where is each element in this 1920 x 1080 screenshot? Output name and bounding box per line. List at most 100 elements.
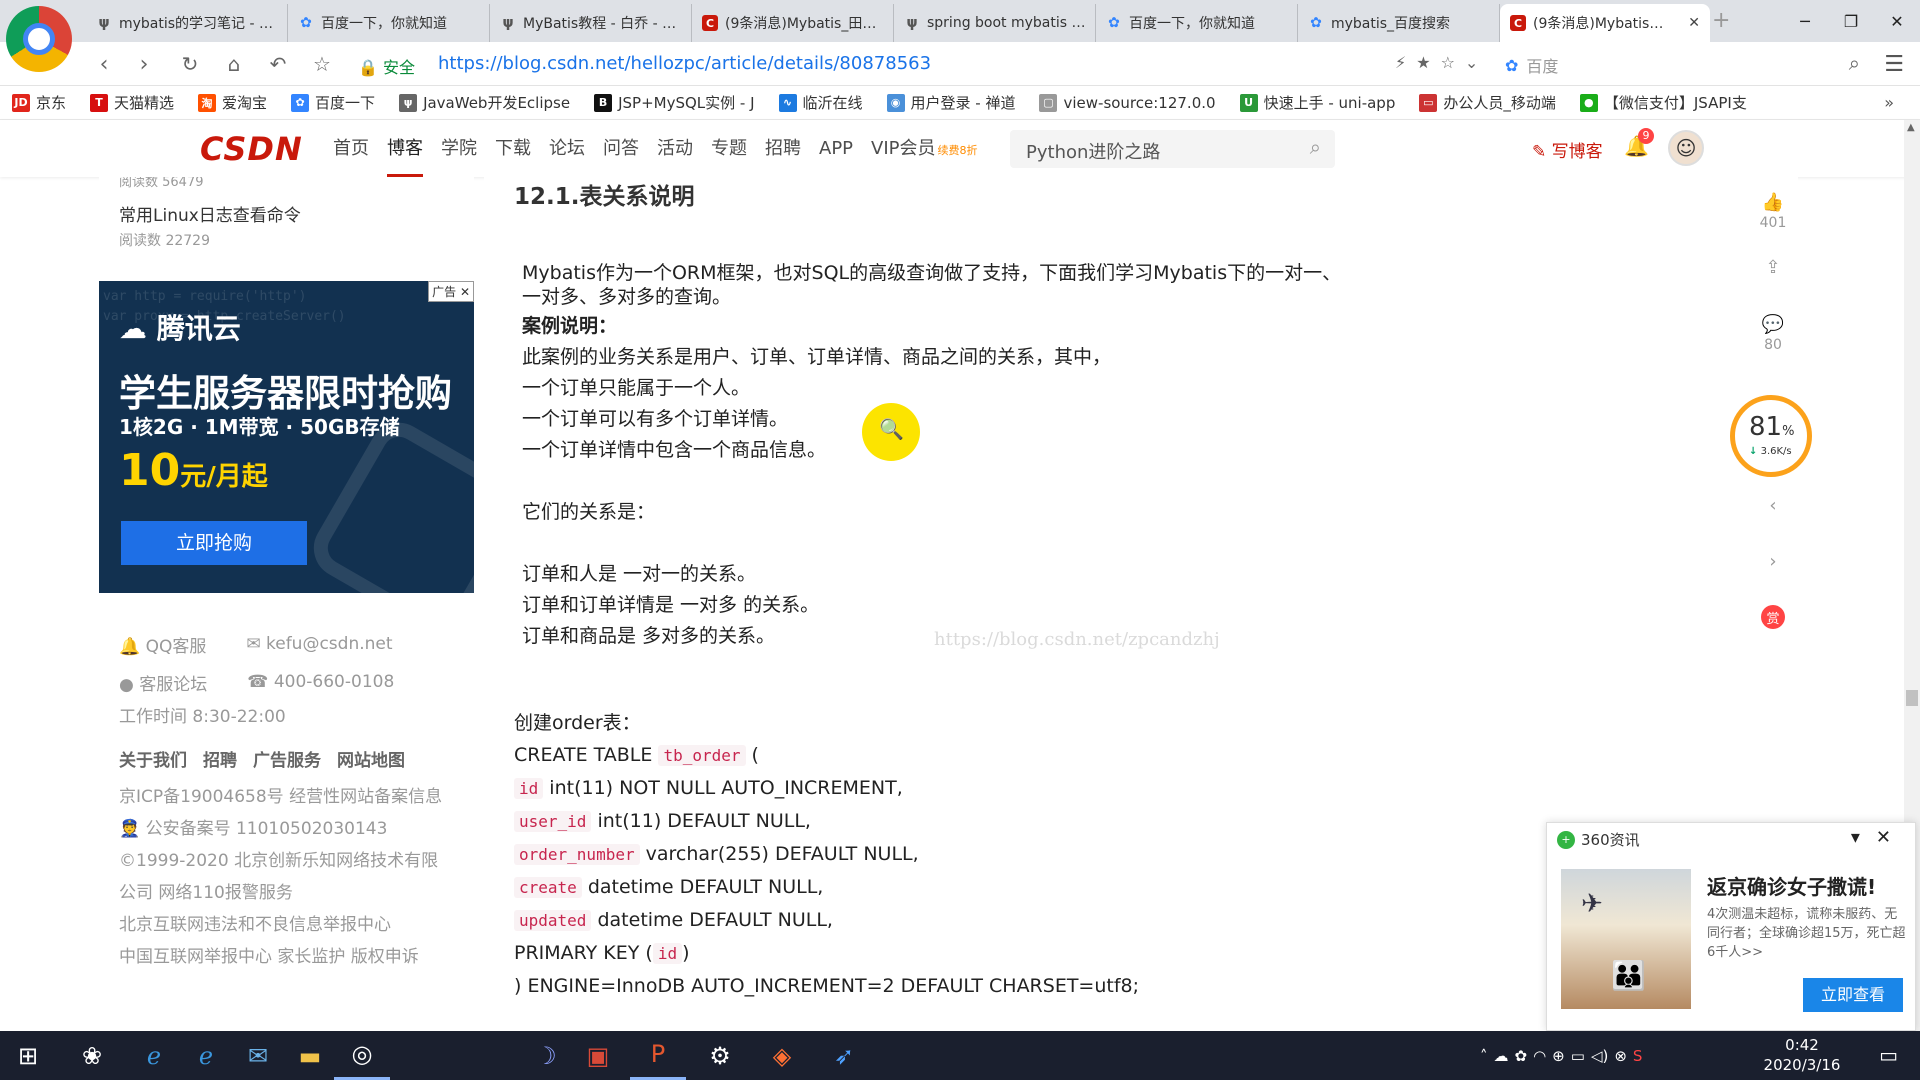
nav-item[interactable]: APP [810, 120, 862, 177]
bookmark-item[interactable]: ◉ 用户登录 - 禅道 [886, 92, 1015, 113]
bookmark-item[interactable]: JD 京东 [12, 92, 66, 113]
s-app-icon[interactable]: S [1633, 1047, 1643, 1065]
csdn-logo[interactable]: CSDN [200, 130, 303, 168]
app-icon[interactable]: ▣ [570, 1031, 626, 1080]
taskbar-clock[interactable]: 0:42 2020/3/16 [1762, 1035, 1842, 1075]
bookmark-item[interactable]: B JSP+MySQL实例 - J [594, 92, 755, 113]
news-title[interactable]: 返京确诊女子撒谎! [1707, 871, 1876, 900]
service-forum-link[interactable]: ● 客服论坛 [119, 670, 207, 695]
tab-6[interactable]: ✿ 百度一下，你就知道 [1096, 4, 1298, 42]
tencent-cloud-ad[interactable]: var http = require('http') var proxy = h… [99, 281, 474, 593]
file-explorer-icon[interactable]: ▬ [282, 1031, 338, 1080]
tab-2[interactable]: ✿ 百度一下，你就知道 [288, 4, 490, 42]
security-indicator[interactable]: 🔒 安全 [358, 54, 415, 78]
eclipse-bird-icon[interactable]: ☽ [518, 1031, 574, 1080]
news-image[interactable]: ✈ 👪 [1561, 869, 1691, 1009]
volume-icon[interactable]: ◁) [1591, 1047, 1608, 1065]
compass-icon[interactable]: ◈ [754, 1031, 810, 1080]
icp-info[interactable]: 京ICP备19004658号 经营性网站备案信息 [119, 781, 454, 813]
bookmark-item[interactable]: ● 【微信支付】JSAPI支 [1579, 92, 1747, 113]
footer-link[interactable]: 广告服务 [253, 746, 321, 771]
ie-icon[interactable]: ℯ [126, 1031, 182, 1080]
360-tray-icon[interactable]: ⊕ [1552, 1047, 1565, 1065]
nav-item[interactable]: 学院 [432, 120, 486, 177]
tab-5[interactable]: ψ spring boot mybatis … [894, 4, 1096, 42]
address-bar-icons[interactable]: ⚡★☆⌄ [1395, 53, 1488, 72]
avatar[interactable]: ☺ [1668, 130, 1704, 166]
nav-item[interactable]: VIP会员 续费8折 [862, 120, 986, 177]
settings-gear-icon[interactable]: ⚙ [692, 1031, 748, 1080]
ad-badge[interactable]: 广告 ✕ [428, 281, 474, 302]
scroll-thumb[interactable] [1906, 690, 1918, 706]
share-button[interactable]: ⇪ [1748, 239, 1798, 295]
new-tab-button[interactable]: + [1712, 8, 1730, 33]
bookmark-item[interactable]: ▭ 办公人员_移动端 [1419, 92, 1556, 113]
next-button[interactable]: › [1748, 533, 1798, 589]
tray-app-icon[interactable]: ✿ [1515, 1047, 1528, 1065]
nav-item[interactable]: 活动 [648, 120, 702, 177]
close-circle-icon[interactable]: ⊗ [1614, 1047, 1627, 1065]
menu-icon[interactable]: ☰ [1884, 52, 1904, 77]
home-icon[interactable]: ⌂ [220, 50, 248, 78]
cloud-icon[interactable]: ☁ [1494, 1047, 1509, 1065]
network-speed-widget[interactable]: 81% ↓ 3.6K/s [1730, 395, 1812, 477]
battery-icon[interactable]: ▭ [1571, 1047, 1585, 1065]
wifi-icon[interactable]: ◠ [1533, 1047, 1546, 1065]
write-blog-button[interactable]: ✎ 写博客 [1532, 137, 1603, 162]
action-center-icon[interactable]: ▭ [1879, 1043, 1898, 1067]
back-icon[interactable]: ‹ [90, 50, 118, 78]
reward-button[interactable]: 赏 [1748, 589, 1798, 645]
nav-item[interactable]: 论坛 [540, 120, 594, 177]
cortana-icon[interactable]: ❀ [64, 1031, 120, 1080]
nav-item[interactable]: 招聘 [756, 120, 810, 177]
undo-icon[interactable]: ↶ [264, 50, 292, 78]
police-info[interactable]: 👮 公安备案号 11010502030143 [119, 813, 454, 845]
reload-icon[interactable]: ↻ [176, 50, 204, 78]
footer-link[interactable]: 网站地图 [337, 746, 405, 771]
news-view-button[interactable]: 立即查看 [1803, 978, 1903, 1012]
edge-icon[interactable]: ℯ [178, 1031, 234, 1080]
browser-logo-icon[interactable] [6, 6, 72, 72]
report-link-2[interactable]: 中国互联网举报中心 家长监护 版权申诉 [119, 941, 454, 973]
mail-icon[interactable]: ✉ [230, 1031, 286, 1080]
tab-1[interactable]: ψ mybatis的学习笔记 - … [86, 4, 288, 42]
search-icon[interactable]: ⌕ [1310, 135, 1321, 159]
like-button[interactable]: 👍 401 [1748, 183, 1798, 239]
nav-item[interactable]: 专题 [702, 120, 756, 177]
email-link[interactable]: ✉ kefu@csdn.net [246, 634, 392, 654]
footer-link[interactable]: 关于我们 [119, 746, 187, 771]
footer-link[interactable]: 招聘 [203, 746, 237, 771]
nav-item[interactable]: 首页 [324, 120, 378, 177]
chevron-up-icon[interactable]: ˄ [1480, 1047, 1488, 1065]
bookmark-item[interactable]: 淘爱淘宝 [198, 92, 267, 113]
report-link-1[interactable]: 北京互联网违法和不良信息举报中心 [119, 909, 454, 941]
forward-icon[interactable]: › [130, 50, 158, 78]
nav-search-input[interactable]: Python进阶之路 [1026, 138, 1160, 164]
bookmark-item[interactable]: U 快速上手 - uni-app [1239, 92, 1395, 113]
chevron-right-icon[interactable]: » [1884, 93, 1894, 112]
nav-item[interactable]: 问答 [594, 120, 648, 177]
nav-search-box[interactable]: Python进阶之路 ⌕ [1010, 130, 1335, 168]
bookmark-item[interactable]: ▢ view-source:127.0.0 [1039, 93, 1216, 112]
nav-item[interactable]: 下载 [486, 120, 540, 177]
start-button[interactable]: ⊞ [0, 1031, 56, 1080]
article-link[interactable]: 常用Linux日志查看命令 [119, 201, 454, 226]
chevron-down-icon[interactable]: ▾ [1851, 827, 1876, 848]
tab-4[interactable]: C (9条消息)Mybatis_田… [692, 4, 894, 42]
tab-3[interactable]: ψ MyBatis教程 - 白乔 - … [490, 4, 692, 42]
restore-button[interactable]: ❐ [1828, 0, 1874, 42]
minimize-button[interactable]: ─ [1782, 0, 1828, 42]
powerpoint-icon[interactable]: P [630, 1031, 686, 1080]
tab-8[interactable]: C (9条消息)Mybatis… ✕ [1500, 4, 1710, 42]
star-icon[interactable]: ☆ [308, 50, 336, 78]
chrome-icon[interactable]: ◎ [334, 1031, 390, 1080]
close-icon[interactable]: ✕ [1876, 827, 1907, 848]
close-icon[interactable]: ✕ [1688, 15, 1700, 31]
bookmark-item[interactable]: ψ JavaWeb开发Eclipse [399, 92, 570, 113]
tab-7[interactable]: ✿ mybatis_百度搜索 [1298, 4, 1500, 42]
search-icon[interactable]: ⌕ [1849, 51, 1860, 75]
bookmark-item[interactable]: T 天猫精选 [90, 92, 174, 113]
bookmark-item[interactable]: ∿ 临沂在线 [778, 92, 863, 113]
nav-item[interactable]: 博客 [378, 120, 432, 177]
feather-icon[interactable]: ➶ [816, 1031, 872, 1080]
